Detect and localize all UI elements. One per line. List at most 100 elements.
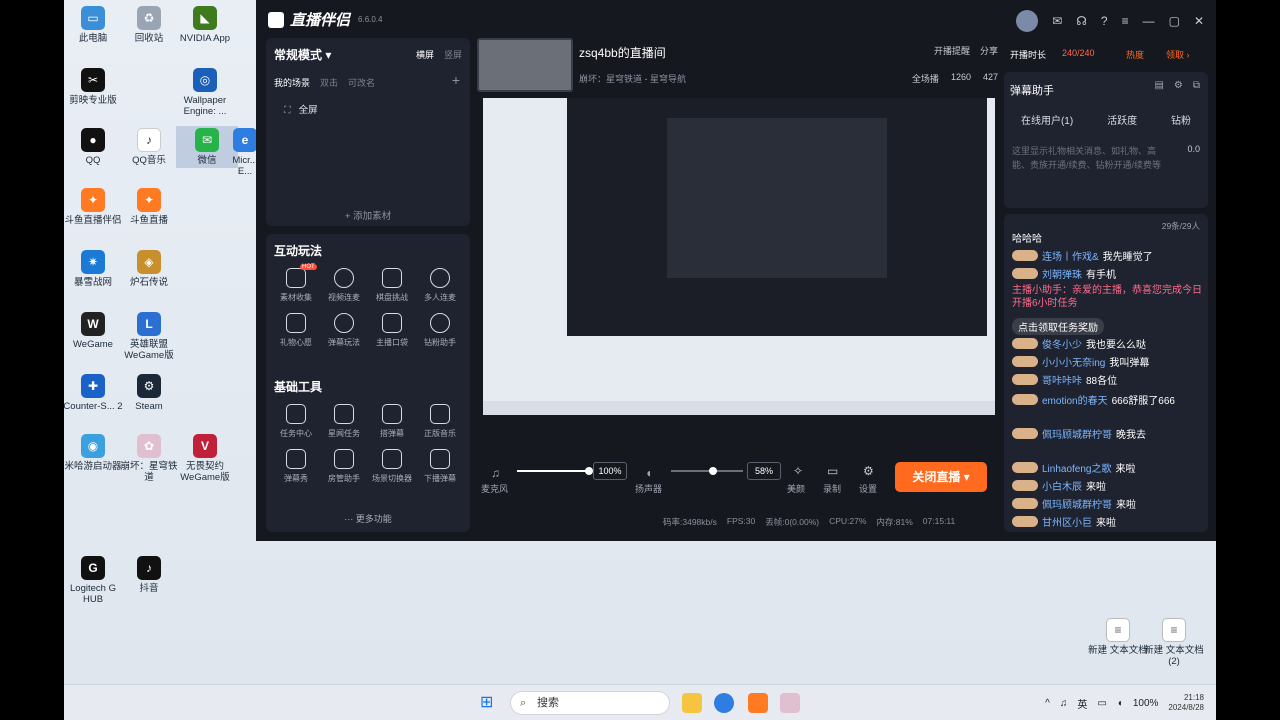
desktop-icon-qq[interactable]: ● QQ	[64, 128, 124, 166]
feature-pocket[interactable]: 主播口袋	[368, 313, 416, 348]
desktop-icon-wegame[interactable]: W WeGame	[64, 312, 124, 350]
tool-star-task[interactable]: 星闻任务	[320, 404, 368, 439]
desktop-icon-star-rail[interactable]: ✿ 崩坏：星穹铁道	[118, 434, 180, 483]
close-icon[interactable]: ✕	[1194, 14, 1204, 28]
tab-landscape[interactable]: 横屏	[416, 48, 434, 61]
scene-item-fullscreen[interactable]: ⛶ 全屏	[284, 102, 318, 116]
microphone-icon[interactable]: ♫	[1060, 698, 1068, 709]
network-icon[interactable]: ▭	[1097, 698, 1106, 709]
avatar[interactable]	[1016, 10, 1039, 32]
desktop-icon-text-file[interactable]: ≡ 新建 文本文档	[1087, 618, 1149, 656]
wegame-icon: W	[81, 312, 105, 336]
live-duration-bar: 开播时长 240/240 热度 领取 ›	[1004, 38, 1208, 68]
microphone-icon[interactable]: ♫	[491, 466, 500, 480]
feature-diamond-fans[interactable]: 钻粉助手	[416, 313, 464, 348]
desktop-icon-capcut[interactable]: ✂ 剪映专业版	[64, 68, 124, 106]
beauty-icon[interactable]: ✧	[793, 464, 803, 478]
desktop-icon-recycle-bin[interactable]: ♻ 回收站	[118, 6, 180, 44]
tool-music[interactable]: 正版音乐	[416, 404, 464, 439]
room-name[interactable]: zsq4bb的直播间	[579, 44, 666, 61]
note-icon[interactable]: ▤	[1154, 80, 1163, 91]
desktop-icon-steam[interactable]: ⚙ Steam	[118, 374, 180, 412]
room-category[interactable]: 崩坏：星穹铁道 - 星穹导航	[579, 72, 686, 85]
add-source-button[interactable]: + 添加素材	[266, 208, 470, 222]
windows-start-icon[interactable]: ⊞	[480, 692, 493, 712]
tab-diamond-fans[interactable]: 钻粉	[1171, 112, 1191, 127]
mic-volume-knob[interactable]	[585, 467, 593, 475]
tool-task-center[interactable]: 任务中心	[272, 404, 320, 439]
feature-chess[interactable]: 棋盘挑战	[368, 268, 416, 303]
taskbar-search[interactable]: ⌕ 搜索	[510, 691, 670, 715]
tool-danmu-show[interactable]: 弹幕秀	[272, 449, 320, 484]
more-features-button[interactable]: ··· 更多功能	[266, 512, 470, 525]
tool-offline-danmu[interactable]: 下播弹幕	[416, 449, 464, 484]
tool-scene-switcher[interactable]: 场景切换器	[368, 449, 416, 484]
desktop-icon-douyin[interactable]: ♪ 抖音	[118, 556, 180, 594]
ime-indicator[interactable]: 英	[1077, 696, 1087, 711]
desktop-icon-wechat[interactable]: ✉ 微信	[176, 126, 238, 168]
desktop-icon-qq-music[interactable]: ♪ QQ音乐	[118, 128, 180, 166]
chevron-up-icon[interactable]: ^	[1045, 698, 1050, 709]
speaker-volume-knob[interactable]	[708, 467, 717, 475]
game-icon[interactable]	[780, 693, 800, 713]
douyu-icon[interactable]	[748, 693, 768, 713]
broadcast-all-button[interactable]: 全场播	[912, 72, 939, 85]
menu-icon[interactable]: ≡	[1122, 14, 1129, 28]
gear-icon[interactable]: ⚙	[1174, 80, 1183, 91]
speaker-volume-slider[interactable]	[671, 470, 743, 472]
feature-multi-link[interactable]: 多人连麦	[416, 268, 464, 303]
desktop-icon-mihoyo-launcher[interactable]: ◉ 米哈游启动器	[64, 434, 124, 472]
settings-button[interactable]: 设置	[859, 482, 877, 495]
stop-live-button[interactable]: 关闭直播 ▾	[895, 462, 987, 492]
desktop-icon-edge[interactable]: e Micr... E...	[232, 128, 258, 177]
clock[interactable]: 21:18 2024/8/28	[1168, 693, 1204, 713]
live-reminder-button[interactable]: 开播提醒	[934, 44, 970, 57]
desktop-icon-douyu[interactable]: ✦ 斗鱼直播	[118, 188, 180, 226]
feature-danmu-play[interactable]: 弹幕玩法	[320, 313, 368, 348]
tab-portrait[interactable]: 竖屏	[444, 48, 462, 61]
edge-icon[interactable]	[714, 693, 734, 713]
help-icon[interactable]: ?	[1101, 14, 1108, 28]
file-explorer-icon[interactable]	[682, 693, 702, 713]
desktop-icon-lol[interactable]: L 英雄联盟 WeGame版	[118, 312, 180, 361]
popout-icon[interactable]: ⧉	[1193, 80, 1200, 91]
speaker-icon[interactable]: ◖	[645, 466, 652, 480]
tab-activity[interactable]: 活跃度	[1107, 112, 1137, 127]
desktop-icon-text-file-2[interactable]: ≡ 新建 文本文档 (2)	[1143, 618, 1205, 667]
record-button[interactable]: 录制	[823, 482, 841, 495]
desktop-icon-battlenet[interactable]: ✷ 暴雪战网	[64, 250, 124, 288]
message-icon[interactable]: ✉	[1052, 14, 1062, 28]
room-thumbnail[interactable]	[477, 38, 573, 92]
desktop-icon-cs2[interactable]: ✚ Counter-S... 2	[64, 374, 124, 412]
desktop-icon-hearthstone[interactable]: ◈ 炉石传说	[118, 250, 180, 288]
claim-button[interactable]: 领取 ›	[1166, 48, 1190, 61]
claim-task-reward-button[interactable]: 点击领取任务奖励	[1012, 318, 1104, 335]
maximize-icon[interactable]: ▢	[1169, 14, 1180, 28]
add-scene-icon[interactable]: +	[452, 72, 460, 88]
settings-icon[interactable]: ⚙	[863, 464, 874, 478]
desktop-icon-douyu-assistant[interactable]: ✦ 斗鱼直播伴侣	[64, 188, 124, 226]
feature-gift-wish[interactable]: 礼物心愿	[272, 313, 320, 348]
desktop-icon-wallpaper-engine[interactable]: ◎ Wallpaper Engine: ...	[174, 68, 236, 117]
headset-icon[interactable]: ☊	[1076, 14, 1087, 28]
desktop-icon-valorant[interactable]: V 无畏契约 WeGame版	[174, 434, 236, 483]
level-badge	[1012, 394, 1038, 405]
mic-volume-slider[interactable]	[517, 470, 589, 472]
record-icon[interactable]: ▭	[827, 464, 838, 478]
desktop-icon-logitech-ghub[interactable]: G Logitech G HUB	[64, 556, 124, 605]
tool-room-manager[interactable]: 房管助手	[320, 449, 368, 484]
volume-icon[interactable]: ◖	[1117, 698, 1123, 709]
beauty-button[interactable]: 美颜	[787, 482, 805, 495]
stream-preview[interactable]	[483, 98, 995, 415]
feature-material[interactable]: HOT 素材收集	[272, 264, 320, 303]
minimize-icon[interactable]: —	[1143, 14, 1155, 28]
tab-online-users[interactable]: 在线用户(1)	[1021, 112, 1073, 127]
feature-video-link[interactable]: 视频连麦	[320, 268, 368, 303]
tab-my-scenes[interactable]: 我的场景	[274, 76, 310, 89]
battery-value[interactable]: 100%	[1133, 698, 1159, 709]
desktop-icon-this-pc[interactable]: ▭ 此电脑	[64, 6, 124, 44]
mode-selector[interactable]: 常规模式 ▾	[274, 46, 331, 63]
desktop-icon-nvidia[interactable]: ◣ NVIDIA App	[174, 6, 236, 44]
tool-danmu[interactable]: 搭弹幕	[368, 404, 416, 439]
share-button[interactable]: 分享	[980, 44, 998, 57]
